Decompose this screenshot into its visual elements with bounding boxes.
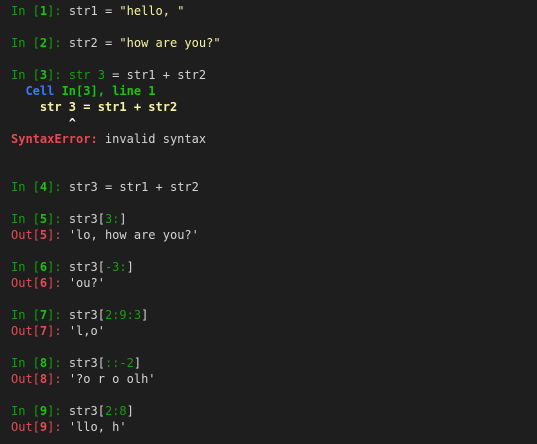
input-line-5: In [5]: str3[3:] — [11, 211, 537, 227]
in-prompt-close: ]: — [47, 404, 69, 418]
output-line-8: Out[8]: '?o r o olh' — [11, 371, 537, 387]
output-value: 'ou?' — [68, 276, 105, 290]
string-literal: "how are you?" — [119, 36, 221, 50]
code-text-close: ] — [133, 356, 142, 370]
output-value: '?o r o olh' — [68, 372, 156, 386]
in-prompt-close: ]: — [47, 4, 69, 18]
in-prompt-close: ]: — [47, 36, 69, 50]
string-literal: "hello, " — [119, 4, 185, 18]
in-prompt: In [ — [11, 180, 40, 194]
traceback-caret-line: ^ — [11, 115, 537, 131]
out-prompt: Out[ — [11, 420, 40, 434]
traceback-cell-ref: In[3], line 1 — [61, 84, 156, 98]
code-text: str3[ — [68, 308, 105, 322]
traceback-code: str 3 = str1 + str2 — [39, 100, 178, 114]
code-text: = str1 + str2 — [104, 68, 207, 82]
output-line-5: Out[5]: 'lo, how are you?' — [11, 227, 537, 243]
in-prompt-close: ]: — [47, 356, 69, 370]
in-prompt: In [ — [11, 36, 40, 50]
slice-argument: ::-2 — [104, 356, 134, 370]
code-text-close: ] — [126, 404, 134, 418]
in-prompt-close: ]: — [47, 260, 69, 274]
out-prompt-close: ]: — [47, 276, 69, 290]
out-prompt: Out[ — [11, 228, 40, 242]
ipython-console[interactable]: In [1]: str1 = "hello, " In [2]: str2 = … — [11, 3, 537, 435]
slice-argument: -3: — [104, 260, 127, 274]
slice-argument: 2:9:3 — [104, 308, 142, 322]
traceback-code-line: str 3 = str1 + str2 — [11, 99, 537, 115]
in-prompt-close: ]: — [47, 180, 69, 194]
slice-cells: In [5]: str3[3:] Out[5]: 'lo, how are you… — [11, 211, 537, 435]
input-line-6: In [6]: str3[-3:] — [11, 259, 537, 275]
slice-argument: 2:8 — [104, 404, 127, 418]
in-prompt-close: ]: — [47, 308, 69, 322]
in-prompt: In [ — [11, 404, 40, 418]
error-message: invalid syntax — [97, 132, 207, 146]
input-line-8: In [8]: str3[::-2] — [11, 355, 537, 371]
out-prompt-close: ]: — [47, 228, 69, 242]
slice-argument: 3: — [104, 212, 120, 226]
in-prompt: In [ — [11, 4, 40, 18]
code-invalid-token: str 3 — [68, 68, 105, 82]
error-line: SyntaxError: invalid syntax — [11, 131, 537, 147]
out-prompt: Out[ — [11, 276, 40, 290]
out-prompt-close: ]: — [47, 420, 69, 434]
output-line-7: Out[7]: 'l,o' — [11, 323, 537, 339]
traceback-cell-line: Cell In[3], line 1 — [11, 83, 537, 99]
code-text-close: ] — [119, 212, 127, 226]
code-text: str3[ — [68, 404, 105, 418]
input-line-9: In [9]: str3[2:8] — [11, 403, 537, 419]
code-text-close: ] — [126, 260, 134, 274]
input-line-3: In [3]: str 3 = str1 + str2 — [11, 67, 537, 83]
error-name: SyntaxError: — [11, 132, 98, 146]
in-prompt: In [ — [11, 68, 40, 82]
code-text-close: ] — [141, 308, 149, 322]
input-line-4: In [4]: str3 = str1 + str2 — [11, 179, 537, 195]
output-value: 'lo, how are you?' — [68, 228, 199, 242]
out-prompt-close: ]: — [47, 372, 69, 386]
in-prompt: In [ — [11, 212, 40, 226]
traceback-cell-word: Cell — [25, 84, 62, 98]
in-prompt: In [ — [11, 356, 40, 370]
in-prompt-close: ]: — [47, 68, 69, 82]
in-prompt: In [ — [11, 260, 40, 274]
code-text: str1 = — [68, 4, 120, 18]
output-value: 'llo, h' — [68, 420, 127, 434]
code-text: str3[ — [68, 260, 105, 274]
code-text: str3[ — [68, 356, 105, 370]
code-text: str3 = str1 + str2 — [68, 180, 199, 194]
in-prompt: In [ — [11, 308, 40, 322]
traceback-caret: ^ — [68, 116, 77, 130]
output-line-6: Out[6]: 'ou?' — [11, 275, 537, 291]
input-line-2: In [2]: str2 = "how are you?" — [11, 35, 537, 51]
output-value: 'l,o' — [68, 324, 105, 338]
code-text: str2 = — [68, 36, 120, 50]
code-text: str3[ — [68, 212, 105, 226]
output-line-9: Out[9]: 'llo, h' — [11, 419, 537, 435]
input-line-7: In [7]: str3[2:9:3] — [11, 307, 537, 323]
out-prompt: Out[ — [11, 372, 40, 386]
out-prompt: Out[ — [11, 324, 40, 338]
out-prompt-close: ]: — [47, 324, 69, 338]
in-prompt-close: ]: — [47, 212, 69, 226]
input-line-1: In [1]: str1 = "hello, " — [11, 3, 537, 19]
